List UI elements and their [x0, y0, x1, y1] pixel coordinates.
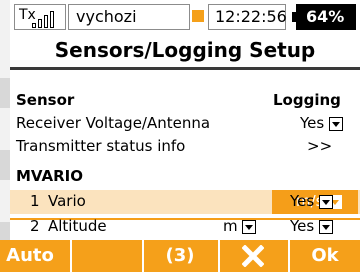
status-indicator-icon	[192, 10, 204, 22]
vario-logging-cell[interactable]: Yes	[290, 190, 360, 214]
model-name-cell: vychozi	[68, 4, 190, 30]
status-bar: Tx vychozi 12:22:56 64%	[10, 0, 360, 34]
tx-signal-indicator: Tx	[14, 4, 66, 30]
receiver-voltage-row[interactable]: Receiver Voltage/Antenna Yes	[10, 112, 360, 136]
clock-time: 12:22:56	[215, 7, 287, 26]
model-name: vychozi	[76, 7, 137, 26]
dropdown-arrow-icon[interactable]	[329, 116, 343, 131]
vario-logging-value[interactable]: Yes	[290, 192, 333, 210]
altitude-row[interactable]: 2 Altitude m Yes	[10, 215, 360, 239]
delete-button[interactable]	[220, 240, 286, 272]
ok-button[interactable]: Ok	[290, 240, 360, 272]
logging-column-header: Logging	[273, 91, 341, 109]
signal-bars-icon	[32, 10, 62, 28]
altitude-logging-select[interactable]: Yes	[290, 217, 333, 235]
receiver-voltage-logging[interactable]: Yes	[300, 114, 343, 132]
dropdown-arrow-icon[interactable]	[319, 219, 333, 234]
transmitter-status-open[interactable]: >>	[307, 137, 332, 155]
altitude-index: 2	[30, 217, 40, 235]
auto-button[interactable]: Auto	[0, 240, 60, 272]
mvario-heading: MVARIO	[16, 167, 84, 185]
dropdown-arrow-icon[interactable]	[319, 194, 333, 209]
altitude-label: Altitude	[48, 217, 107, 235]
altitude-unit-select[interactable]: m	[223, 217, 257, 235]
page-title: Sensors/Logging Setup	[54, 38, 316, 62]
receiver-voltage-label: Receiver Voltage/Antenna	[16, 114, 211, 132]
transmitter-status-label: Transmitter status info	[16, 137, 186, 155]
transmitter-status-row[interactable]: Transmitter status info >>	[10, 135, 360, 159]
dropdown-arrow-icon[interactable]	[242, 219, 257, 234]
battery-icon: 64%	[292, 4, 356, 30]
softkey-bar: Auto (3) Ok	[0, 240, 360, 272]
clock-cell: 12:22:56	[208, 4, 287, 30]
title-divider	[10, 67, 360, 70]
vario-index: 1	[30, 192, 40, 210]
background-strip	[0, 0, 10, 272]
battery-percent: 64%	[306, 7, 345, 26]
count-button[interactable]: (3)	[144, 240, 216, 272]
table-header: Sensor Logging	[10, 89, 360, 113]
x-icon	[241, 244, 265, 268]
sensor-column-header: Sensor	[16, 91, 75, 109]
mvario-section-header: MVARIO	[10, 165, 360, 189]
vario-label: Vario	[48, 192, 86, 210]
